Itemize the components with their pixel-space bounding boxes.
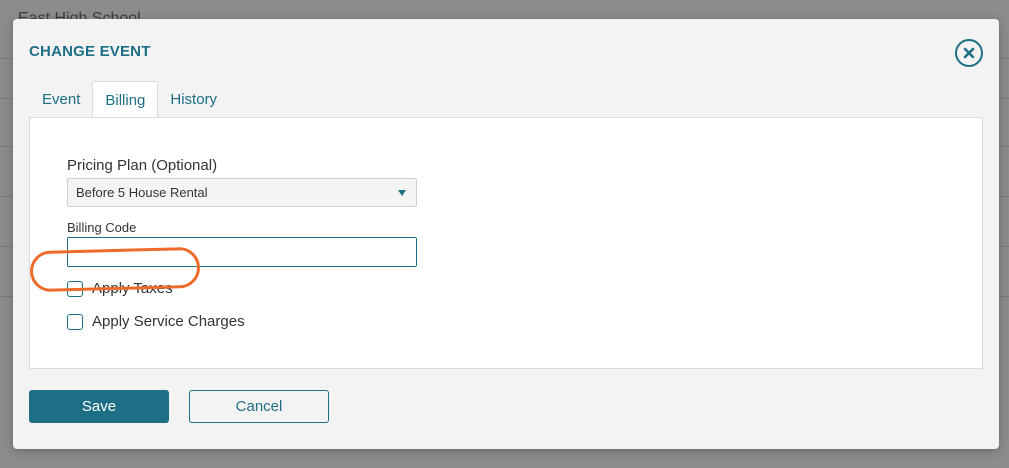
apply-service-charges-option[interactable]: Apply Service Charges: [67, 313, 245, 330]
change-event-modal: CHANGE EVENT Event Billing History Prici…: [13, 19, 999, 449]
tab-bar: Event Billing History: [30, 81, 229, 118]
apply-service-charges-label: Apply Service Charges: [92, 313, 245, 330]
save-button[interactable]: Save: [29, 390, 169, 423]
tab-billing[interactable]: Billing: [92, 81, 159, 118]
apply-taxes-checkbox[interactable]: [67, 280, 83, 297]
chevron-down-icon: [398, 190, 406, 196]
apply-taxes-label: Apply Taxes: [92, 280, 173, 297]
billing-panel: Pricing Plan (Optional) Before 5 House R…: [29, 117, 983, 369]
billing-code-label: Billing Code: [67, 220, 137, 235]
cancel-button[interactable]: Cancel: [189, 390, 329, 423]
close-icon[interactable]: [955, 39, 983, 67]
apply-taxes-option[interactable]: Apply Taxes: [67, 280, 173, 297]
pricing-plan-selected-value: Before 5 House Rental: [76, 185, 208, 200]
billing-code-input[interactable]: [67, 237, 417, 267]
pricing-plan-select[interactable]: Before 5 House Rental: [67, 178, 417, 207]
tab-event[interactable]: Event: [30, 81, 92, 118]
close-x-glyph: [963, 47, 975, 59]
modal-title: CHANGE EVENT: [29, 43, 151, 60]
pricing-plan-label: Pricing Plan (Optional): [67, 157, 218, 174]
apply-service-charges-checkbox[interactable]: [67, 313, 83, 330]
tab-history[interactable]: History: [158, 81, 229, 118]
